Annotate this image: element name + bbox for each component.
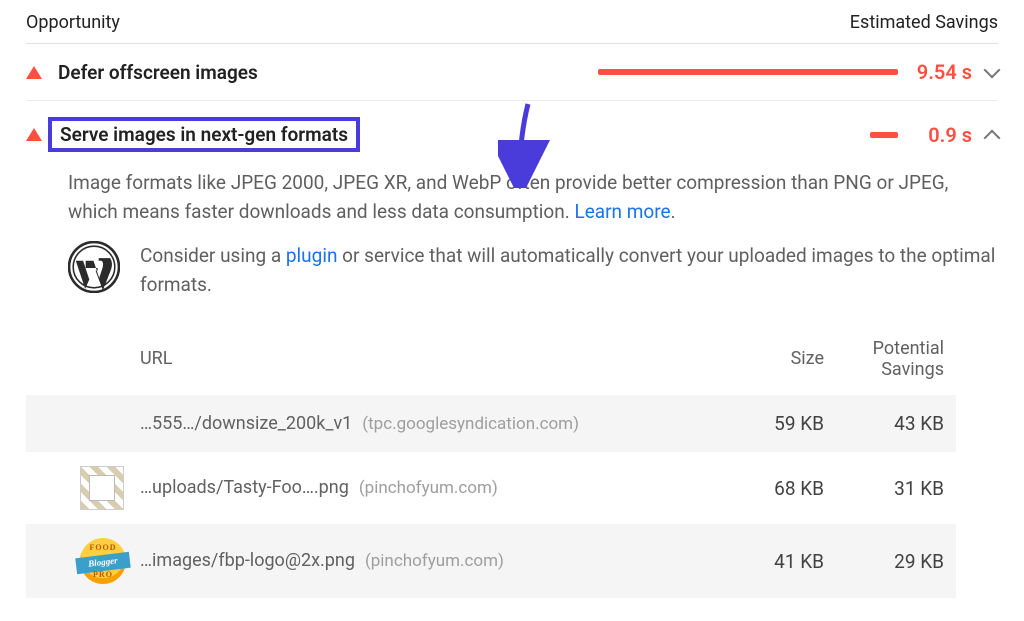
thumbnail: FOOD Blogger PRO [80, 538, 140, 584]
col-url: URL [140, 345, 714, 373]
chevron-up-icon[interactable] [984, 129, 1001, 146]
plugin-link[interactable]: plugin [286, 244, 338, 267]
savings-bar [870, 132, 898, 138]
savings-bar [598, 69, 898, 75]
table-header: URL Size PotentialSavings [26, 324, 956, 395]
opportunity-row[interactable]: Serve images in next-gen formats 0.9 s [26, 101, 998, 168]
url-path[interactable]: …uploads/Tasty-Foo….png [140, 474, 349, 502]
opportunities-header: Opportunity Estimated Savings [26, 8, 998, 44]
stack-pack-row: Consider using a plugin or service that … [68, 241, 998, 300]
chevron-down-icon[interactable] [984, 62, 1001, 79]
savings-value: 0.9 s [910, 123, 972, 147]
resources-table: URL Size PotentialSavings …555…/downsize… [26, 324, 956, 599]
url-path[interactable]: …555…/downsize_200k_v1 [140, 410, 352, 438]
stack-pack-text: Consider using a plugin or service that … [140, 241, 998, 300]
opportunity-title: Defer offscreen images [58, 61, 258, 84]
learn-more-link[interactable]: Learn more [574, 200, 670, 223]
opportunity-title: Serve images in next-gen formats [48, 117, 360, 152]
opportunity-detail: Image formats like JPEG 2000, JPEG XR, a… [26, 168, 998, 598]
fail-triangle-icon [26, 66, 42, 79]
header-savings: Estimated Savings [850, 12, 998, 33]
table-row: …555…/downsize_200k_v1 (tpc.googlesyndic… [26, 395, 956, 452]
url-host: (tpc.googlesyndication.com) [362, 411, 579, 437]
fail-triangle-icon [26, 128, 42, 141]
cell-size: 41 KB [714, 547, 824, 576]
wordpress-icon [68, 241, 120, 293]
header-opportunity: Opportunity [26, 12, 120, 33]
url-host: (pinchofyum.com) [359, 475, 498, 501]
table-row: …uploads/Tasty-Foo….png (pinchofyum.com)… [26, 452, 956, 524]
savings-value: 9.54 s [910, 60, 972, 84]
savings-bar-track [588, 69, 898, 75]
url-host: (pinchofyum.com) [365, 548, 504, 574]
thumbnail [80, 466, 140, 510]
cell-potential-savings: 29 KB [824, 547, 944, 576]
cell-potential-savings: 43 KB [824, 409, 944, 438]
savings-bar-track [588, 132, 898, 138]
table-row: FOOD Blogger PRO …images/fbp-logo@2x.png… [26, 524, 956, 598]
cell-size: 68 KB [714, 474, 824, 503]
col-size: Size [714, 345, 824, 373]
url-path[interactable]: …images/fbp-logo@2x.png [140, 547, 355, 575]
cell-size: 59 KB [714, 409, 824, 438]
cell-potential-savings: 31 KB [824, 474, 944, 503]
detail-description: Image formats like JPEG 2000, JPEG XR, a… [68, 168, 998, 227]
col-potential-savings: PotentialSavings [824, 338, 944, 381]
opportunity-row[interactable]: Defer offscreen images 9.54 s [26, 44, 998, 101]
